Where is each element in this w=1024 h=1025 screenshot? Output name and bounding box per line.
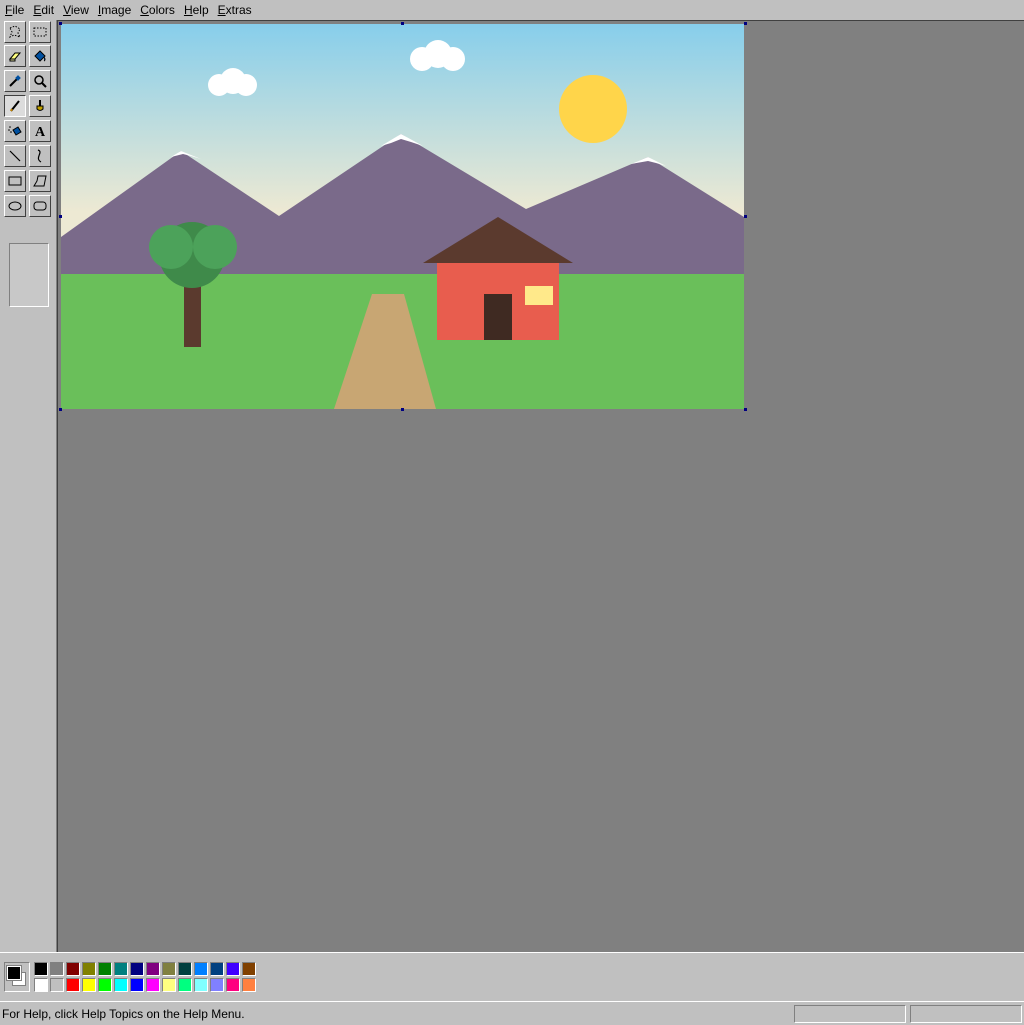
resize-handle-right[interactable]: [744, 215, 747, 218]
palette-swatch-bottom-2[interactable]: [66, 978, 80, 992]
menu-help[interactable]: Help: [180, 0, 213, 20]
palette-swatch-bottom-3[interactable]: [82, 978, 96, 992]
resize-handle-left: [59, 215, 62, 218]
resize-handle-bottom-left: [59, 408, 62, 411]
tool-options-box[interactable]: [9, 243, 49, 307]
curve-icon: [37, 149, 42, 163]
palette-swatch-bottom-5[interactable]: [114, 978, 128, 992]
line-icon: [9, 150, 21, 162]
rect-select-icon: [33, 27, 47, 37]
text-icon: A: [35, 125, 46, 139]
palette-swatch-bottom-1[interactable]: [50, 978, 64, 992]
tool-pencil[interactable]: [4, 95, 26, 117]
svg-text:A: A: [35, 125, 46, 139]
ellipse-icon: [8, 201, 22, 211]
resize-handle-bottom-right[interactable]: [744, 408, 747, 411]
palette-swatch-top-1[interactable]: [50, 962, 64, 976]
airbrush-icon: [8, 126, 22, 136]
tool-rectangle[interactable]: [4, 170, 26, 192]
canvas-picture: [61, 24, 744, 409]
color-palette-bar: [0, 952, 1024, 1001]
rounded-rectangle-icon: [33, 201, 47, 211]
tool-free-form-select[interactable]: [4, 21, 26, 43]
palette-swatch-top-0[interactable]: [34, 962, 48, 976]
resize-handle-top-left: [59, 22, 62, 25]
tool-airbrush[interactable]: [4, 120, 26, 142]
foreground-color-swatch: [6, 965, 22, 981]
palette-swatch-top-2[interactable]: [66, 962, 80, 976]
tool-line[interactable]: [4, 145, 26, 167]
tool-pick-color[interactable]: [4, 70, 26, 92]
palette-swatch-top-3[interactable]: [82, 962, 96, 976]
palette-swatch-bottom-9[interactable]: [178, 978, 192, 992]
palette-swatch-top-11[interactable]: [210, 962, 224, 976]
palette-swatch-top-8[interactable]: [162, 962, 176, 976]
resize-handle-top-right: [744, 22, 747, 25]
tool-curve[interactable]: [29, 145, 51, 167]
menu-view[interactable]: View: [59, 0, 93, 20]
resize-handle-bottom[interactable]: [401, 408, 404, 411]
house-window: [525, 286, 553, 305]
house-door: [484, 294, 512, 340]
polygon-icon: [33, 175, 47, 187]
palette-swatch-bottom-0[interactable]: [34, 978, 48, 992]
tool-polygon[interactable]: [29, 170, 51, 192]
palette-swatch-top-9[interactable]: [178, 962, 192, 976]
status-pane-position: [794, 1005, 906, 1023]
palette-swatch-top-10[interactable]: [194, 962, 208, 976]
palette-swatch-bottom-10[interactable]: [194, 978, 208, 992]
menu-file[interactable]: File: [1, 0, 28, 20]
menu-bar: File Edit View Image Colors Help Extras: [0, 0, 1024, 21]
palette-swatch-top-5[interactable]: [114, 962, 128, 976]
menu-image[interactable]: Image: [94, 0, 135, 20]
magnifier-icon: [34, 75, 47, 88]
tool-fill[interactable]: [29, 45, 51, 67]
palette-swatch-bottom-6[interactable]: [130, 978, 144, 992]
tool-brush[interactable]: [29, 95, 51, 117]
tool-rect-select[interactable]: [29, 21, 51, 43]
status-help-text: For Help, click Help Topics on the Help …: [2, 1007, 245, 1021]
menu-edit[interactable]: Edit: [29, 0, 58, 20]
palette-swatch-bottom-11[interactable]: [210, 978, 224, 992]
palette-swatch-bottom-4[interactable]: [98, 978, 112, 992]
palette-swatch-bottom-8[interactable]: [162, 978, 176, 992]
sun: [559, 75, 627, 143]
status-pane-size: [910, 1005, 1022, 1023]
palette-swatch-top-13[interactable]: [242, 962, 256, 976]
resize-handle-top: [401, 22, 404, 25]
tool-eraser[interactable]: [4, 45, 26, 67]
palette-swatch-top-4[interactable]: [98, 962, 112, 976]
drawing-canvas[interactable]: [61, 24, 744, 409]
palette-swatch-top-12[interactable]: [226, 962, 240, 976]
palette-swatch-top-6[interactable]: [130, 962, 144, 976]
palette-swatch-bottom-13[interactable]: [242, 978, 256, 992]
eyedropper-icon: [9, 75, 21, 87]
fill-bucket-icon: [34, 50, 46, 62]
tool-ellipse[interactable]: [4, 195, 26, 217]
tool-rounded-rectangle[interactable]: [29, 195, 51, 217]
palette-swatch-top-7[interactable]: [146, 962, 160, 976]
toolbox: A: [0, 20, 57, 952]
brush-icon: [36, 100, 44, 111]
rectangle-icon: [8, 176, 22, 186]
palette-swatch-bottom-7[interactable]: [146, 978, 160, 992]
tool-magnifier[interactable]: [29, 70, 51, 92]
eraser-icon: [8, 52, 22, 62]
menu-extras[interactable]: Extras: [214, 0, 256, 20]
palette-swatch-bottom-12[interactable]: [226, 978, 240, 992]
pencil-icon: [10, 100, 20, 112]
free-form-select-icon: [9, 25, 21, 39]
tree-trunk: [184, 284, 201, 347]
tool-text[interactable]: A: [29, 120, 51, 142]
status-bar: For Help, click Help Topics on the Help …: [0, 1001, 1024, 1025]
menu-colors[interactable]: Colors: [136, 0, 179, 20]
